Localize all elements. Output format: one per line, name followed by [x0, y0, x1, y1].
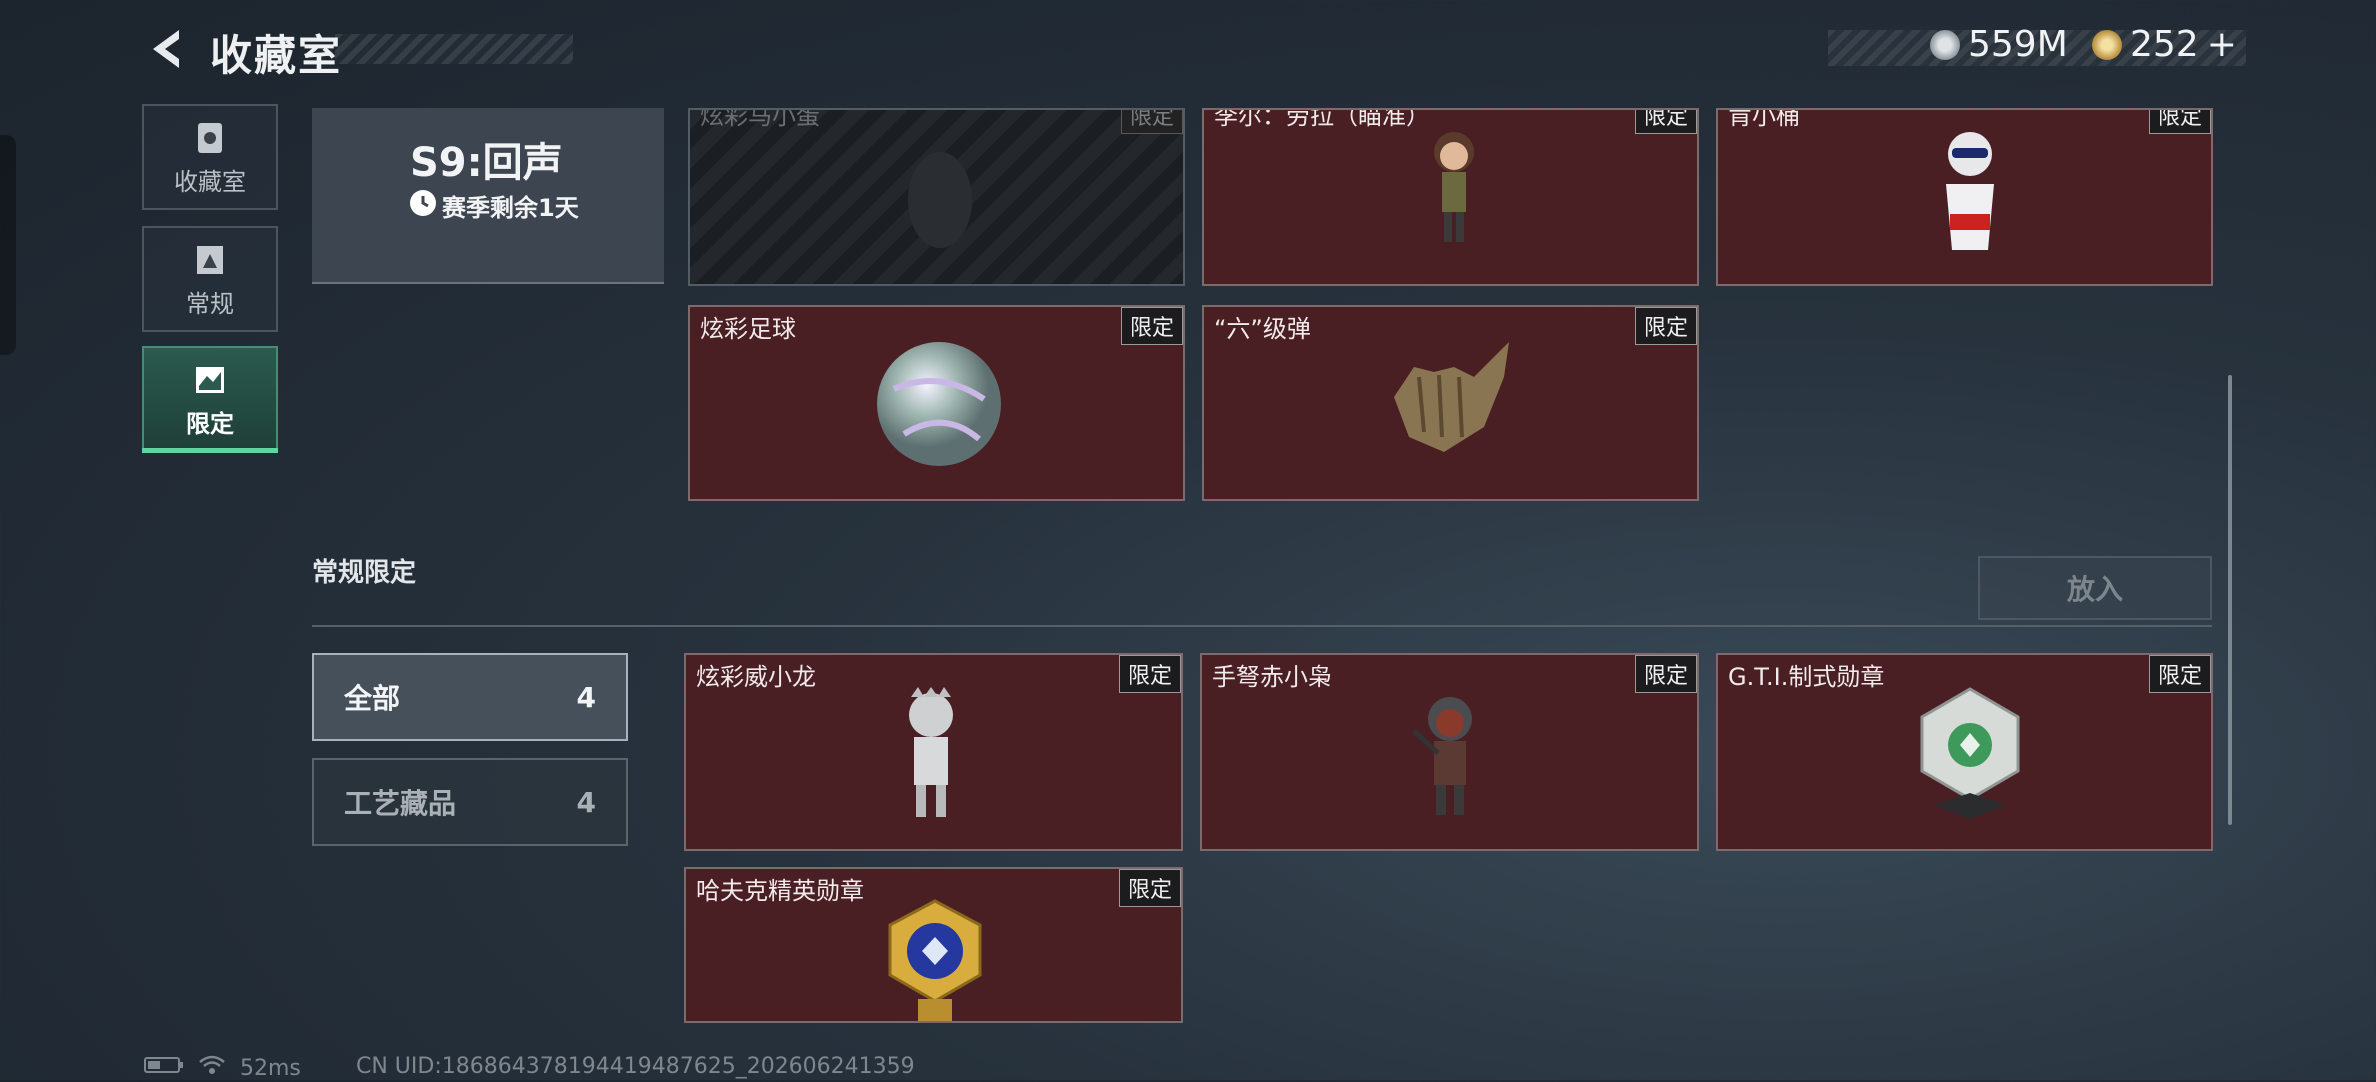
- scrollbar[interactable]: [2228, 375, 2232, 825]
- limited-badge: 限定: [2148, 655, 2211, 693]
- add-currency-icon[interactable]: +: [2207, 24, 2237, 65]
- limited-badge: 限定: [2148, 110, 2211, 134]
- silver-currency: 559M: [1930, 24, 2068, 65]
- ping-value: 52ms: [240, 1055, 301, 1081]
- item-card[interactable]: G.T.I.制式勋章 限定: [1716, 653, 2213, 851]
- nav-item-regular[interactable]: 常规: [142, 226, 278, 332]
- item-card[interactable]: 炫彩威小龙 限定: [684, 653, 1183, 851]
- gti-medal-icon: [1914, 685, 2026, 829]
- item-card[interactable]: 炫彩足球 限定: [688, 305, 1185, 501]
- uid-text: CN UID:186864378194419487625_20260624135…: [356, 1054, 915, 1079]
- side-handle[interactable]: [0, 135, 16, 355]
- bullet-hand-icon: [1374, 337, 1524, 471]
- nav-label-collection: 收藏室: [174, 168, 246, 196]
- item-card[interactable]: 李尔：劳拉（瞄准） 限定: [1202, 108, 1699, 286]
- clock-icon: [410, 190, 436, 216]
- item-card[interactable]: “六”级弹 限定: [1202, 305, 1699, 501]
- page-title: 收藏室: [210, 31, 343, 80]
- limited-badge: 限定: [1634, 110, 1697, 134]
- filter-count: 4: [576, 680, 596, 714]
- title-decoration: [335, 34, 573, 64]
- item-card[interactable]: 肯小桶 限定: [1716, 108, 2213, 286]
- item-card[interactable]: 手弩赤小枭 限定: [1200, 653, 1699, 851]
- lara-figure-icon: [1414, 128, 1494, 256]
- status-bar: 52ms: [144, 1054, 301, 1082]
- filter-label: 工艺藏品: [344, 787, 457, 820]
- item-name: 李尔：劳拉（瞄准）: [1214, 108, 1430, 130]
- filter-all[interactable]: 全部 4: [312, 653, 628, 741]
- limited-badge: 限定: [1118, 869, 1181, 907]
- section-title: 常规限定: [312, 558, 417, 588]
- silver-currency-value: 559M: [1968, 24, 2068, 65]
- filter-count: 4: [576, 785, 596, 819]
- item-name: 哈夫克精英勋章: [696, 877, 864, 905]
- limited-badge: 限定: [1634, 655, 1697, 693]
- limited-badge: 限定: [1120, 110, 1183, 134]
- wifi-icon: [198, 1054, 226, 1082]
- item-card[interactable]: 炫彩马小蛋 限定: [688, 108, 1185, 286]
- nav-item-collection[interactable]: 收藏室: [142, 104, 278, 210]
- limited-icon: [193, 362, 227, 398]
- limited-badge: 限定: [1634, 307, 1697, 345]
- filter-craft[interactable]: 工艺藏品 4: [312, 758, 628, 846]
- season-title: S9:回声: [410, 140, 563, 186]
- filter-label: 全部: [344, 682, 401, 715]
- nav-label-regular: 常规: [186, 290, 234, 318]
- gold-currency[interactable]: 252 +: [2092, 24, 2237, 65]
- gold-currency-value: 252: [2130, 24, 2199, 65]
- football-icon: [874, 339, 1004, 473]
- nav-active-indicator: [142, 448, 278, 453]
- season-remaining: 赛季剩余1天: [442, 194, 579, 222]
- crossbow-figure-icon: [1412, 691, 1488, 823]
- item-name: 肯小桶: [1728, 108, 1800, 130]
- item-name: G.T.I.制式勋章: [1728, 663, 1885, 691]
- back-icon[interactable]: [145, 26, 185, 72]
- bucket-figure-icon: [1928, 126, 2012, 260]
- silver-coin-icon: [1930, 29, 1960, 60]
- put-in-button[interactable]: 放入: [1978, 556, 2212, 620]
- haavk-medal-icon: [882, 899, 988, 1021]
- nav-label-limited: 限定: [186, 410, 234, 438]
- item-name: 炫彩马小蛋: [700, 108, 820, 130]
- battery-icon: [144, 1055, 184, 1081]
- limited-badge: 限定: [1118, 655, 1181, 693]
- regular-icon: [193, 242, 227, 278]
- section-divider: [312, 625, 2212, 627]
- nav-item-limited[interactable]: 限定: [142, 346, 278, 452]
- item-card[interactable]: 哈夫克精英勋章 限定: [684, 867, 1183, 1023]
- dragon-figure-icon: [896, 687, 966, 827]
- item-name: 手弩赤小枭: [1212, 663, 1332, 691]
- gold-coin-icon: [2092, 29, 2122, 60]
- item-name: 炫彩足球: [700, 315, 796, 343]
- item-name: “六”级弹: [1214, 315, 1311, 343]
- item-name: 炫彩威小龙: [696, 663, 816, 691]
- limited-badge: 限定: [1120, 307, 1183, 345]
- collection-icon: [193, 120, 227, 156]
- egg-figure-icon: [900, 140, 980, 264]
